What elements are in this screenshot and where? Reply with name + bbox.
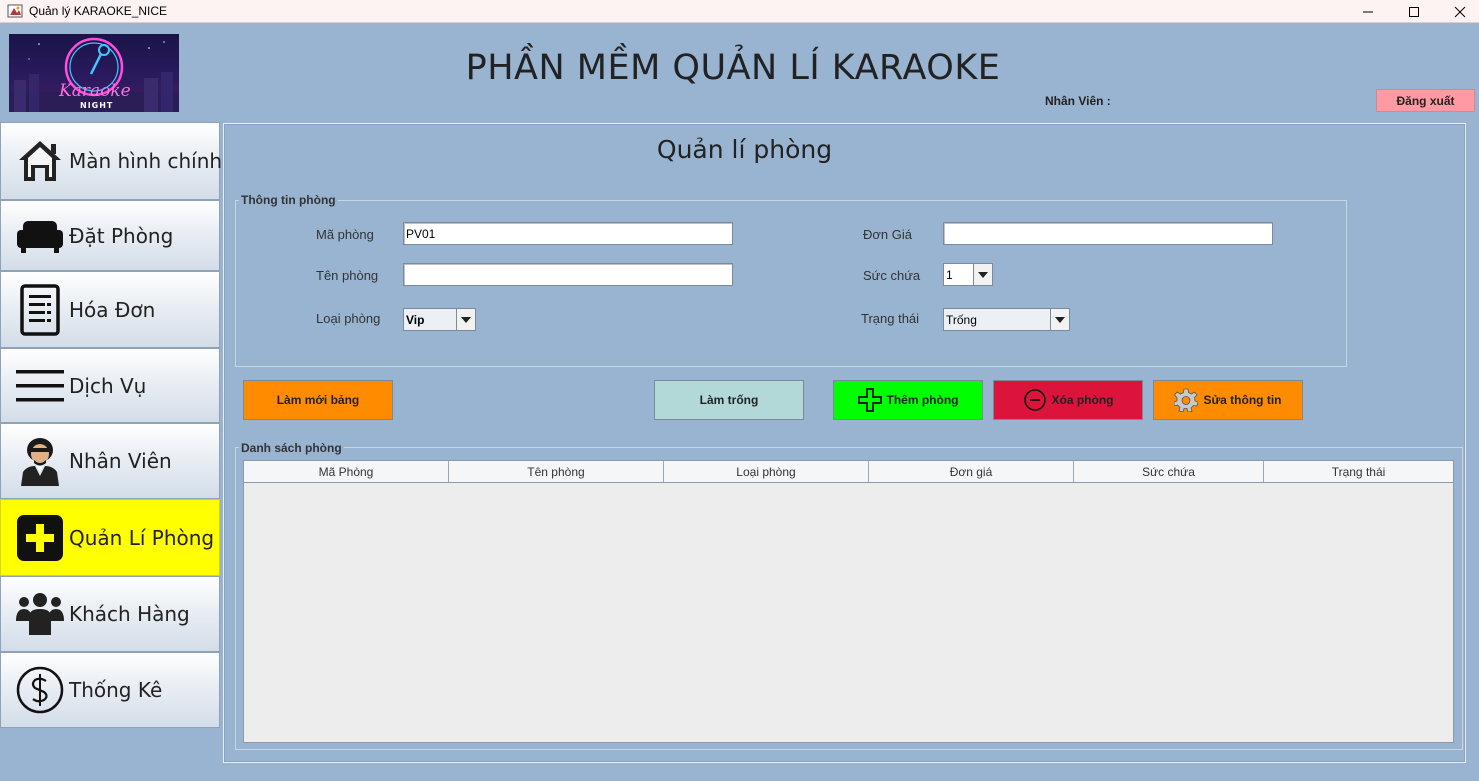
sidebar-item-label: Hóa Đơn [69,297,156,322]
room-type-value: Vip [406,313,425,327]
sidebar-item-room-management[interactable]: Quản Lí Phòng [0,499,220,576]
minimize-button[interactable] [1345,0,1391,23]
refresh-table-label: Làm mới bảng [276,393,360,407]
status-label: Trạng thái [861,311,920,326]
column-header-price[interactable]: Đơn giá [869,461,1074,482]
price-field[interactable] [943,222,1273,245]
column-header-room-type[interactable]: Loại phòng [664,461,869,482]
sidebar-item-services[interactable]: Dịch Vụ [0,348,220,423]
column-header-capacity[interactable]: Sức chứa [1074,461,1264,482]
logo-subtext: NIGHT [80,101,114,110]
column-header-status[interactable]: Trạng thái [1264,461,1453,482]
employee-icon [15,436,65,486]
refresh-table-button[interactable]: Làm mới bảng [243,380,393,420]
room-info-group-title: Thông tin phòng [239,193,338,207]
sidebar-item-label: Thống Kê [69,678,163,702]
sidebar-item-label: Quản Lí Phòng [69,525,215,550]
chevron-down-icon[interactable] [1050,309,1069,330]
window-title-bar: Quản lý KARAOKE_NICE [0,0,1479,23]
window-title: Quản lý KARAOKE_NICE [29,4,168,18]
delete-room-label: Xóa phòng [1051,393,1114,407]
plus-icon [15,513,65,563]
status-select[interactable]: Trống [943,308,1070,331]
add-room-label: Thêm phòng [886,393,959,407]
clear-button[interactable]: Làm trống [654,380,804,420]
sofa-icon [15,211,65,261]
close-button[interactable] [1437,0,1479,23]
status-value: Trống [946,313,977,327]
capacity-select[interactable]: 1 [943,263,993,286]
dollar-icon [15,665,65,715]
sidebar-item-statistics[interactable]: Thống Kê [0,652,220,728]
app-header-title: PHẦN MỀM QUẢN LÍ KARAOKE [465,48,1001,88]
employee-label: Nhân Viên : [1045,94,1111,108]
sidebar-item-customers[interactable]: Khách Hàng [0,576,220,652]
room-type-label: Loại phòng [316,311,381,326]
room-name-field[interactable] [403,263,733,286]
invoice-icon [15,283,65,336]
logout-button[interactable]: Đăng xuất [1376,89,1475,112]
app-icon [7,3,23,19]
panel-title: Quản lí phòng [656,135,833,164]
chevron-down-icon[interactable] [973,264,992,285]
capacity-value: 1 [946,268,953,282]
room-id-label: Mã phòng [316,227,374,242]
sidebar-item-label: Khách Hàng [69,602,190,626]
gear-icon [1174,388,1199,412]
maximize-button[interactable] [1391,0,1437,23]
room-id-field[interactable]: PV01 [403,222,733,245]
sidebar-item-booking[interactable]: Đặt Phòng [0,200,220,271]
clear-label: Làm trống [699,393,759,407]
edit-room-label: Sửa thông tin [1203,393,1282,407]
price-label: Đơn Giá [863,227,912,242]
room-table[interactable]: Mã Phòng Tên phòng Loại phòng Đơn giá Sứ… [243,460,1454,743]
room-name-label: Tên phòng [316,268,379,283]
sidebar-item-employees[interactable]: Nhân Viên [0,423,220,499]
customers-icon [15,589,65,639]
table-header: Mã Phòng Tên phòng Loại phòng Đơn giá Sứ… [244,461,1453,483]
column-header-room-id[interactable]: Mã Phòng [244,461,449,482]
add-room-button[interactable]: Thêm phòng [833,380,983,420]
remove-icon [1023,388,1047,412]
column-header-room-name[interactable]: Tên phòng [449,461,664,482]
sidebar-item-label: Đặt Phòng [69,223,174,248]
delete-room-button[interactable]: Xóa phòng [993,380,1143,420]
room-type-select[interactable]: Vip [403,308,476,331]
sidebar-item-invoice[interactable]: Hóa Đơn [0,271,220,348]
sidebar-item-label: Nhân Viên [69,449,172,473]
menu-icon [15,361,65,411]
edit-room-button[interactable]: Sửa thông tin [1153,380,1303,420]
chevron-down-icon[interactable] [456,309,475,330]
add-icon [857,388,882,412]
sidebar-item-label: Dịch Vụ [69,373,147,398]
room-list-group-title: Danh sách phòng [239,441,344,455]
capacity-label: Sức chứa [863,268,921,283]
